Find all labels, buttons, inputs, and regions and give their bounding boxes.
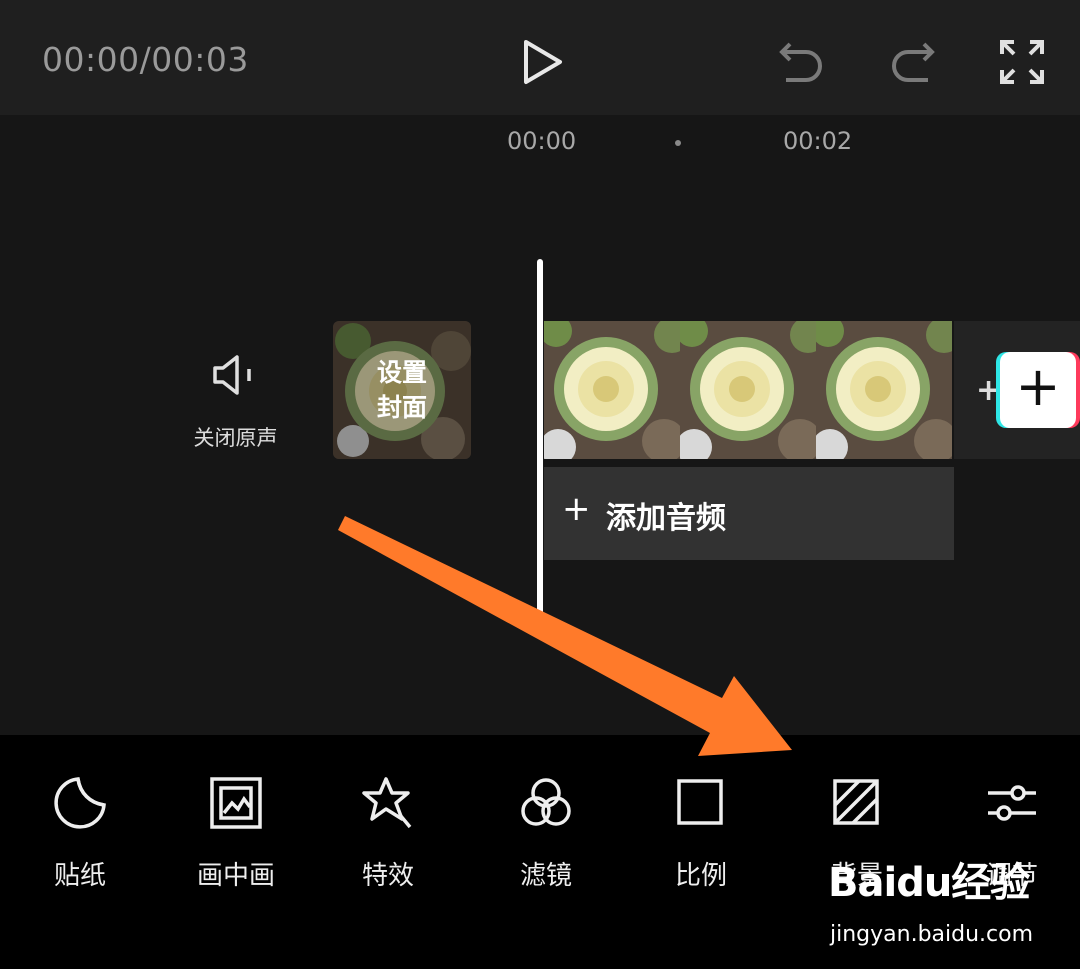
video-clip[interactable] (544, 321, 952, 459)
tick-dot (675, 140, 681, 146)
speaker-icon (211, 352, 257, 398)
timeline-tick: 00:02 (783, 127, 853, 155)
mute-original-sound-button[interactable]: 关闭原声 (178, 352, 293, 452)
playhead[interactable] (537, 259, 543, 621)
ratio-icon (673, 775, 729, 831)
top-bar: 00:00/00:03 (0, 0, 1080, 115)
filter-icon (518, 775, 574, 831)
tool-ratio[interactable]: 比例 (641, 775, 761, 895)
tool-filter[interactable]: 滤镜 (486, 775, 606, 895)
fullscreen-icon[interactable] (998, 38, 1046, 86)
time-display: 00:00/00:03 (42, 40, 249, 79)
clip-frame (680, 321, 816, 459)
baidu-logo: Baidu经验 (828, 860, 1030, 906)
tool-effects[interactable]: 特效 (328, 775, 448, 895)
watermark-url: jingyan.baidu.com (830, 922, 1034, 947)
clip-frame (544, 321, 680, 459)
add-audio-label: 添加音频 (606, 501, 726, 536)
set-cover-button[interactable]: 设置 封面 (333, 321, 471, 459)
baidu-watermark: Baidu经验 jingyan.baidu.com (828, 850, 1058, 960)
tool-label: 比例 (674, 861, 727, 891)
play-icon[interactable] (518, 38, 566, 86)
sticker-icon (52, 775, 108, 831)
tool-label: 贴纸 (53, 861, 106, 891)
plus-icon: + (1015, 355, 1061, 418)
tool-label: 特效 (361, 861, 414, 891)
tool-sticker[interactable]: 贴纸 (20, 775, 140, 895)
add-clip-plus[interactable]: + (976, 373, 1001, 408)
add-audio-button[interactable]: + 添加音频 (544, 467, 954, 560)
background-icon (829, 775, 885, 831)
cover-label: 设置 封面 (376, 358, 427, 422)
effects-star-icon (360, 775, 416, 831)
plus-icon: + (562, 489, 591, 529)
tool-picture-in-picture[interactable]: 画中画 (176, 775, 296, 895)
timeline-area: 00:00 00:02 关闭原声 设置 封面 + + + 添加音频 (0, 115, 1080, 735)
undo-icon[interactable] (778, 38, 826, 86)
clip-frame (816, 321, 952, 459)
mute-label: 关闭原声 (193, 426, 278, 450)
picture-in-picture-icon (208, 775, 264, 831)
timeline-tick: 00:00 (507, 127, 577, 155)
tool-label: 滤镜 (519, 861, 572, 891)
add-clip-button[interactable]: + (1000, 352, 1076, 428)
redo-icon[interactable] (888, 38, 936, 86)
adjust-sliders-icon (984, 775, 1040, 831)
tool-label: 画中画 (196, 861, 275, 891)
